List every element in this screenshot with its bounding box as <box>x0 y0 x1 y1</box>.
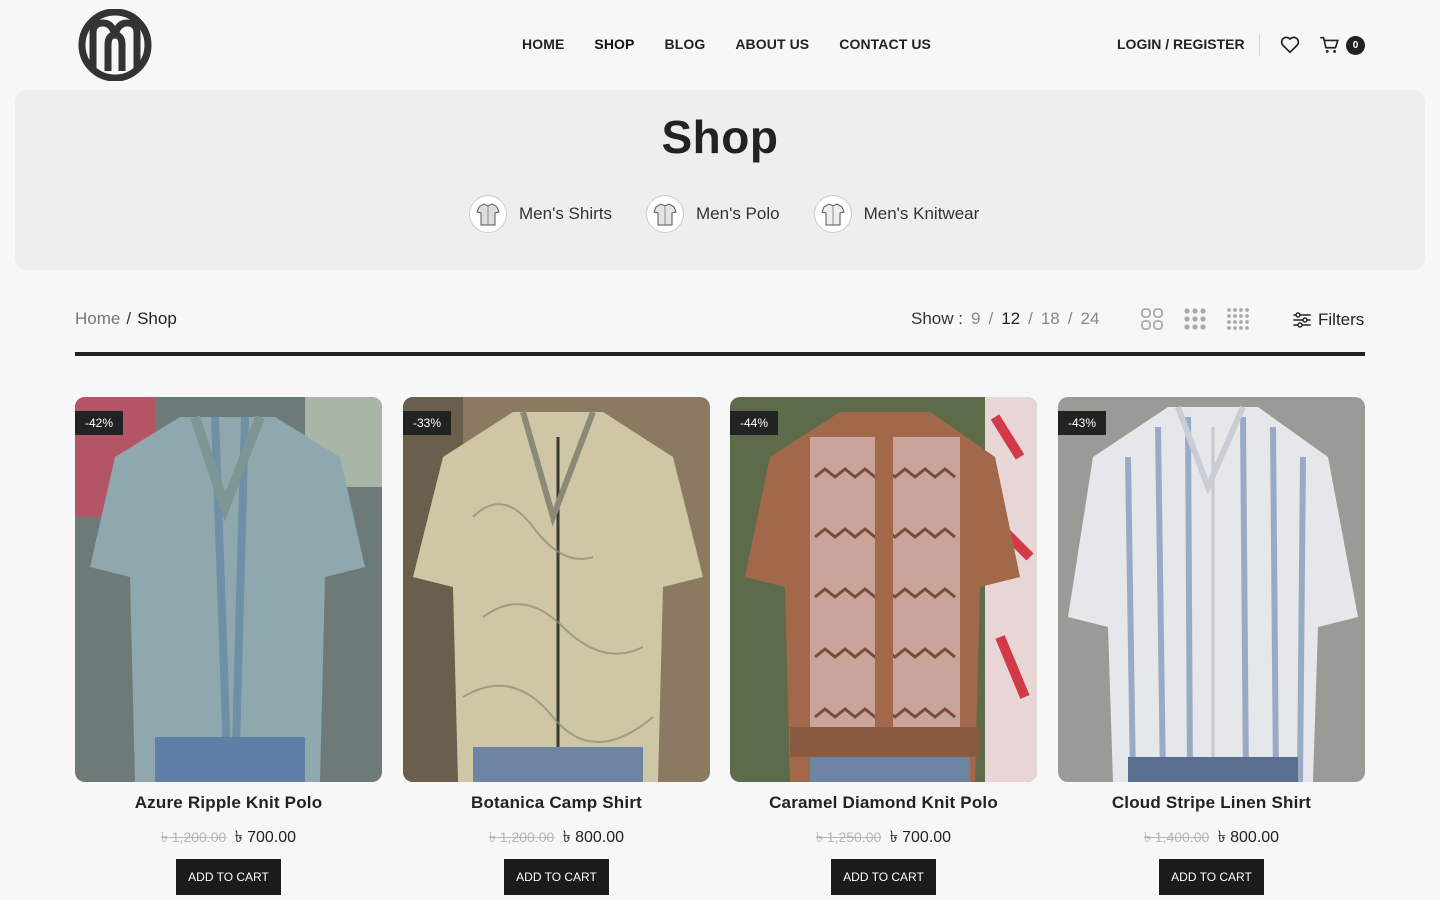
product-sale-price: ৳ 700.00 <box>889 829 952 846</box>
filters-button[interactable]: Filters <box>1293 310 1364 330</box>
nav-blog[interactable]: BLOG <box>664 36 705 52</box>
product-name[interactable]: Botanica Camp Shirt <box>403 793 710 813</box>
product-sale-price: ৳ 700.00 <box>234 829 297 846</box>
login-register-link[interactable]: LOGIN / REGISTER <box>1117 36 1245 52</box>
site-header: HOME SHOP BLOG ABOUT US CONTACT US LOGIN… <box>0 0 1440 90</box>
product-name[interactable]: Caramel Diamond Knit Polo <box>730 793 1037 813</box>
show-separator: / <box>988 309 994 328</box>
nav-shop[interactable]: SHOP <box>594 36 634 52</box>
cart-count-badge: 0 <box>1346 36 1365 55</box>
product-image[interactable]: -43% <box>1058 397 1365 782</box>
polo-icon <box>646 195 684 233</box>
nav-about-us[interactable]: ABOUT US <box>735 36 809 52</box>
per-page-selector: Show : 9 / 12 / 18 / 24 <box>911 309 1099 329</box>
show-separator: / <box>1028 309 1033 328</box>
shop-hero: Shop Men's Shirts Men's Polo Men's Knitw… <box>15 90 1425 270</box>
show-option-24[interactable]: 24 <box>1081 309 1100 329</box>
product-image[interactable]: -42% <box>75 397 382 782</box>
heart-icon[interactable] <box>1279 34 1301 56</box>
filters-icon <box>1293 312 1311 328</box>
category-mens-polo[interactable]: Men's Polo <box>646 195 780 233</box>
product-card: -33% Botanica Camp Shirt ৳ 1,200.00 ৳ 80… <box>403 397 710 895</box>
product-old-price: ৳ 1,400.00 <box>1143 829 1210 845</box>
grid-4-columns-icon[interactable] <box>1226 307 1250 331</box>
show-option-9[interactable]: 9 <box>971 309 980 329</box>
nav-home[interactable]: HOME <box>522 36 564 52</box>
add-to-cart-button[interactable]: ADD TO CART <box>176 859 281 895</box>
category-label: Men's Polo <box>696 204 780 223</box>
product-sale-price: ৳ 800.00 <box>562 829 625 846</box>
product-old-price: ৳ 1,250.00 <box>815 829 882 845</box>
product-sale-price: ৳ 800.00 <box>1217 829 1280 846</box>
add-to-cart-button[interactable]: ADD TO CART <box>831 859 936 895</box>
nav-contact-us[interactable]: CONTACT US <box>839 36 931 52</box>
discount-badge: -42% <box>75 411 124 435</box>
breadcrumb: Home / Shop <box>75 309 177 329</box>
toolbar-divider <box>75 352 1365 356</box>
grid-3-columns-icon[interactable] <box>1183 307 1207 331</box>
add-to-cart-button[interactable]: ADD TO CART <box>1159 859 1264 895</box>
product-old-price: ৳ 1,200.00 <box>488 829 555 845</box>
product-card: -44% Caramel Diamond Knit Polo ৳ 1,250.0… <box>730 397 1037 895</box>
category-label: Men's Shirts <box>519 204 612 223</box>
show-label: Show : <box>911 309 963 328</box>
product-price: ৳ 1,400.00 ৳ 800.00 <box>1058 824 1365 851</box>
show-option-12[interactable]: 12 <box>1001 309 1020 329</box>
product-name[interactable]: Azure Ripple Knit Polo <box>75 793 382 813</box>
product-price: ৳ 1,250.00 ৳ 700.00 <box>730 824 1037 851</box>
brand-logo[interactable] <box>76 9 154 81</box>
category-mens-shirts[interactable]: Men's Shirts <box>469 195 612 233</box>
category-label: Men's Knitwear <box>863 204 980 223</box>
knitwear-icon <box>813 195 852 233</box>
product-name[interactable]: Cloud Stripe Linen Shirt <box>1058 793 1365 813</box>
show-separator: / <box>1067 309 1073 328</box>
breadcrumb-current: Shop <box>137 309 177 328</box>
product-image[interactable]: -33% <box>403 397 710 782</box>
product-old-price: ৳ 1,200.00 <box>160 829 227 845</box>
cart-icon[interactable] <box>1319 34 1341 56</box>
product-card: -43% Cloud Stripe Linen Shirt ৳ 1,400.00… <box>1058 397 1365 895</box>
category-mens-knitwear[interactable]: Men's Knitwear <box>813 195 980 233</box>
breadcrumb-separator: / <box>126 309 132 328</box>
product-price: ৳ 1,200.00 ৳ 800.00 <box>403 824 710 851</box>
breadcrumb-home[interactable]: Home <box>75 309 120 328</box>
discount-badge: -33% <box>403 411 452 435</box>
product-image[interactable]: -44% <box>730 397 1037 782</box>
page-title: Shop <box>661 111 779 163</box>
grid-2-columns-icon[interactable] <box>1140 307 1164 331</box>
category-list: Men's Shirts Men's Polo Men's Knitwear <box>469 195 979 233</box>
product-price: ৳ 1,200.00 ৳ 700.00 <box>75 824 382 851</box>
discount-badge: -44% <box>730 411 779 435</box>
discount-badge: -43% <box>1058 411 1107 435</box>
show-option-18[interactable]: 18 <box>1041 309 1060 329</box>
product-card: -42% Azure Ripple Knit Polo ৳ 1,200.00 ৳… <box>75 397 382 895</box>
filters-label: Filters <box>1318 310 1365 329</box>
add-to-cart-button[interactable]: ADD TO CART <box>504 859 609 895</box>
shirt-icon <box>469 195 507 233</box>
header-divider <box>1259 34 1260 56</box>
main-nav: HOME SHOP BLOG ABOUT US CONTACT US <box>522 36 931 52</box>
